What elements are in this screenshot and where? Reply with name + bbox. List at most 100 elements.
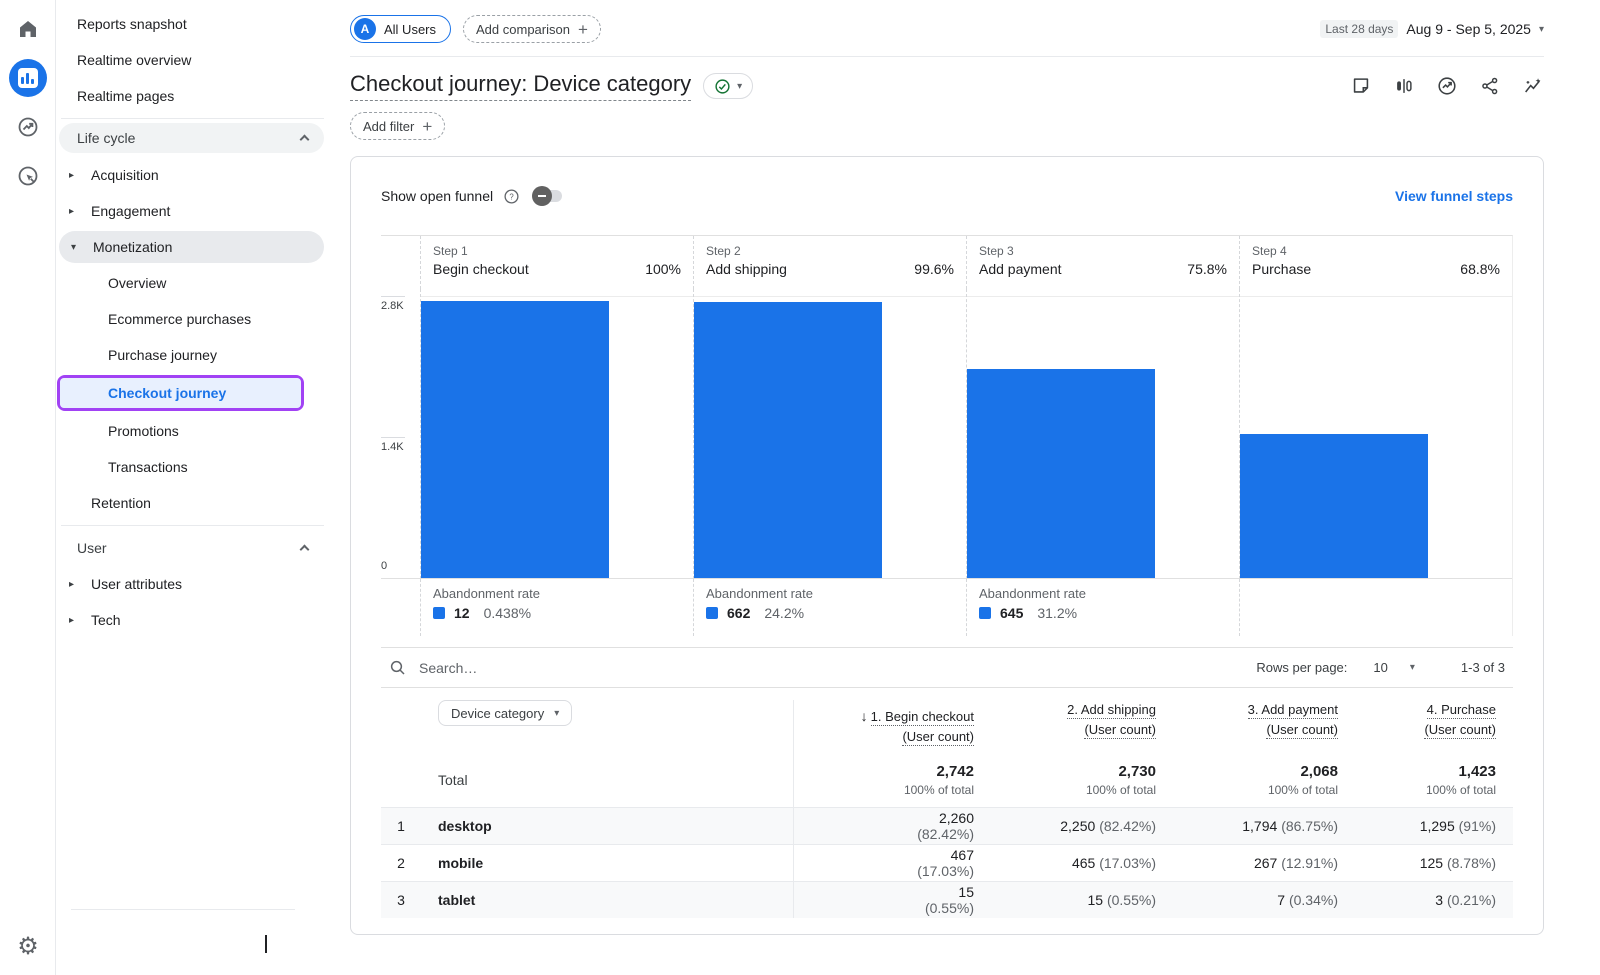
view-funnel-steps-link[interactable]: View funnel steps xyxy=(1395,188,1513,204)
funnel-step-header-4: Step 4 Purchase68.8% xyxy=(1239,236,1512,289)
dimension-selector[interactable]: Device category▾ xyxy=(438,700,572,726)
total-cell: 1,423100% of total xyxy=(1338,763,1513,797)
insights-icon[interactable] xyxy=(1436,75,1458,97)
sidebar-item-ecommerce-purchases[interactable]: Ecommerce purchases xyxy=(57,301,340,337)
total-label: Total xyxy=(421,772,793,788)
funnel-step-header-3: Step 3 Add payment75.8% xyxy=(966,236,1239,289)
total-cell: 2,742100% of total xyxy=(793,752,974,807)
funnel-bar[interactable] xyxy=(694,302,882,578)
funnel-chart: Step 1 Begin checkout100% Step 2 Add shi… xyxy=(381,235,1513,636)
metric-cell: 467 (17.03%) xyxy=(793,845,974,881)
toggle-knob xyxy=(532,186,552,206)
sidebar-item-engagement[interactable]: ▸ Engagement xyxy=(57,193,340,229)
abandonment-label: Abandonment rate xyxy=(433,586,681,601)
admin-gear-icon[interactable]: ⚙ xyxy=(0,935,56,959)
row-dimension: mobile xyxy=(421,855,793,871)
item-label: User attributes xyxy=(91,576,182,592)
metric-cell: 3 (0.21%) xyxy=(1338,892,1513,908)
abandonment-rate: 0.438% xyxy=(484,605,531,621)
y-tick-label: 0 xyxy=(381,560,387,572)
add-filter-button[interactable]: Add filter + xyxy=(350,112,445,140)
expand-arrow-icon[interactable]: ▸ xyxy=(69,579,91,590)
table-row-tablet[interactable]: 3 tablet 15 (0.55%) 15 (0.55%) 7 (0.34%)… xyxy=(381,881,1513,918)
advertising-icon[interactable] xyxy=(8,156,48,196)
intelligence-icon[interactable] xyxy=(1522,75,1544,97)
add-comparison-label: Add comparison xyxy=(476,22,570,37)
filter-row: Add filter + xyxy=(350,112,1544,140)
collapse-arrow-icon[interactable]: ▾ xyxy=(71,242,93,253)
caret-down-icon[interactable]: ▾ xyxy=(1410,662,1415,673)
sidebar-section-life-cycle[interactable]: Life cycle xyxy=(59,123,324,153)
sidebar-divider xyxy=(61,525,324,526)
metric-cell: 267 (12.91%) xyxy=(1156,855,1338,871)
sidebar-item-retention[interactable]: Retention xyxy=(57,485,340,521)
expand-arrow-icon[interactable]: ▸ xyxy=(69,615,91,626)
comparison-icon[interactable] xyxy=(1393,75,1415,97)
metric-cell: 2,250 (82.42%) xyxy=(974,818,1156,834)
sidebar-item-realtime-overview[interactable]: Realtime overview xyxy=(57,42,340,78)
collapse-sidebar-button[interactable] xyxy=(265,935,277,947)
step-completion-rate: 100% xyxy=(645,261,681,277)
explore-icon[interactable] xyxy=(8,107,48,147)
sidebar-item-tech[interactable]: ▸ Tech xyxy=(57,602,340,638)
date-range-picker[interactable]: Last 28 days Aug 9 - Sep 5, 2025 ▾ xyxy=(1320,20,1544,38)
search-input[interactable] xyxy=(419,660,719,676)
expand-arrow-icon[interactable]: ▸ xyxy=(69,206,91,217)
main-content: A All Users Add comparison + Last 28 day… xyxy=(340,0,1600,975)
abandonment-count: 12 xyxy=(454,605,470,621)
data-quality-pill[interactable]: ▾ xyxy=(703,73,753,99)
funnel-plot-step-2 xyxy=(693,289,966,579)
sidebar-item-reports-snapshot[interactable]: Reports snapshot xyxy=(57,6,340,42)
section-label: Life cycle xyxy=(77,130,135,146)
abandonment-step-4-empty xyxy=(1239,579,1512,636)
sidebar-divider xyxy=(61,118,324,119)
column-header-begin-checkout: ↓1. Begin checkout (User count) xyxy=(793,700,974,752)
sidebar-item-realtime-pages[interactable]: Realtime pages xyxy=(57,78,340,114)
sidebar-item-overview[interactable]: Overview xyxy=(57,265,340,301)
funnel-bar[interactable] xyxy=(967,369,1155,578)
metric-cell: 465 (17.03%) xyxy=(974,855,1156,871)
chevron-up-icon xyxy=(300,545,310,555)
sidebar-item-promotions[interactable]: Promotions xyxy=(57,413,340,449)
help-icon[interactable]: ? xyxy=(503,188,520,205)
add-comparison-button[interactable]: Add comparison + xyxy=(463,15,601,43)
rows-per-page-select[interactable]: 10 xyxy=(1373,660,1387,675)
sidebar-section-user[interactable]: User xyxy=(59,530,324,566)
column-header-purchase: 4. Purchase (User count) xyxy=(1338,700,1513,740)
note-icon[interactable] xyxy=(1350,75,1372,97)
sidebar-item-acquisition[interactable]: ▸ Acquisition xyxy=(57,157,340,193)
sidebar-item-checkout-journey[interactable]: Checkout journey xyxy=(60,378,301,408)
home-icon[interactable] xyxy=(8,9,48,49)
funnel-bar[interactable] xyxy=(1240,434,1428,578)
table-row-desktop[interactable]: 1 desktop 2,260 (82.42%) 2,250 (82.42%) … xyxy=(381,807,1513,844)
page-title[interactable]: Checkout journey: Device category xyxy=(350,71,691,101)
plus-icon: + xyxy=(578,21,588,38)
comparison-chips-row: A All Users Add comparison + Last 28 day… xyxy=(350,0,1544,57)
axis-header-spacer xyxy=(381,236,420,289)
sidebar-item-purchase-journey[interactable]: Purchase journey xyxy=(57,337,340,373)
sidebar-item-user-attributes[interactable]: ▸ User attributes xyxy=(57,566,340,602)
left-icon-rail: ⚙ xyxy=(0,0,56,975)
funnel-plot-step-4 xyxy=(1239,289,1512,579)
sort-descending-icon[interactable]: ↓ xyxy=(861,708,868,724)
item-label: Acquisition xyxy=(91,167,159,183)
sidebar-item-monetization[interactable]: ▾ Monetization xyxy=(59,231,324,263)
expand-arrow-icon[interactable]: ▸ xyxy=(69,170,91,181)
report-title-row: Checkout journey: Device category ▾ xyxy=(350,71,1544,101)
reports-icon-active[interactable] xyxy=(8,58,48,98)
share-icon[interactable] xyxy=(1479,75,1501,97)
breakdown-table: Rows per page: 10 ▾ 1-3 of 3 Device cate… xyxy=(381,647,1513,918)
table-total-row: Total 2,742100% of total 2,730100% of to… xyxy=(381,752,1513,807)
all-users-label: All Users xyxy=(384,22,436,37)
add-filter-label: Add filter xyxy=(363,119,414,134)
table-row-mobile[interactable]: 2 mobile 467 (17.03%) 465 (17.03%) 267 (… xyxy=(381,844,1513,881)
reports-sidebar: Reports snapshot Realtime overview Realt… xyxy=(57,0,340,975)
checkout-journey-card: Show open funnel ? View funnel steps Ste… xyxy=(350,156,1544,935)
abandonment-step-2: Abandonment rate 66224.2% xyxy=(693,579,966,636)
funnel-bar[interactable] xyxy=(421,301,609,578)
funnel-controls: Show open funnel ? View funnel steps xyxy=(381,157,1513,235)
open-funnel-toggle[interactable] xyxy=(536,190,562,202)
sidebar-item-transactions[interactable]: Transactions xyxy=(57,449,340,485)
all-users-chip[interactable]: A All Users xyxy=(350,15,451,43)
y-tick-label: 2.8K xyxy=(381,300,404,312)
